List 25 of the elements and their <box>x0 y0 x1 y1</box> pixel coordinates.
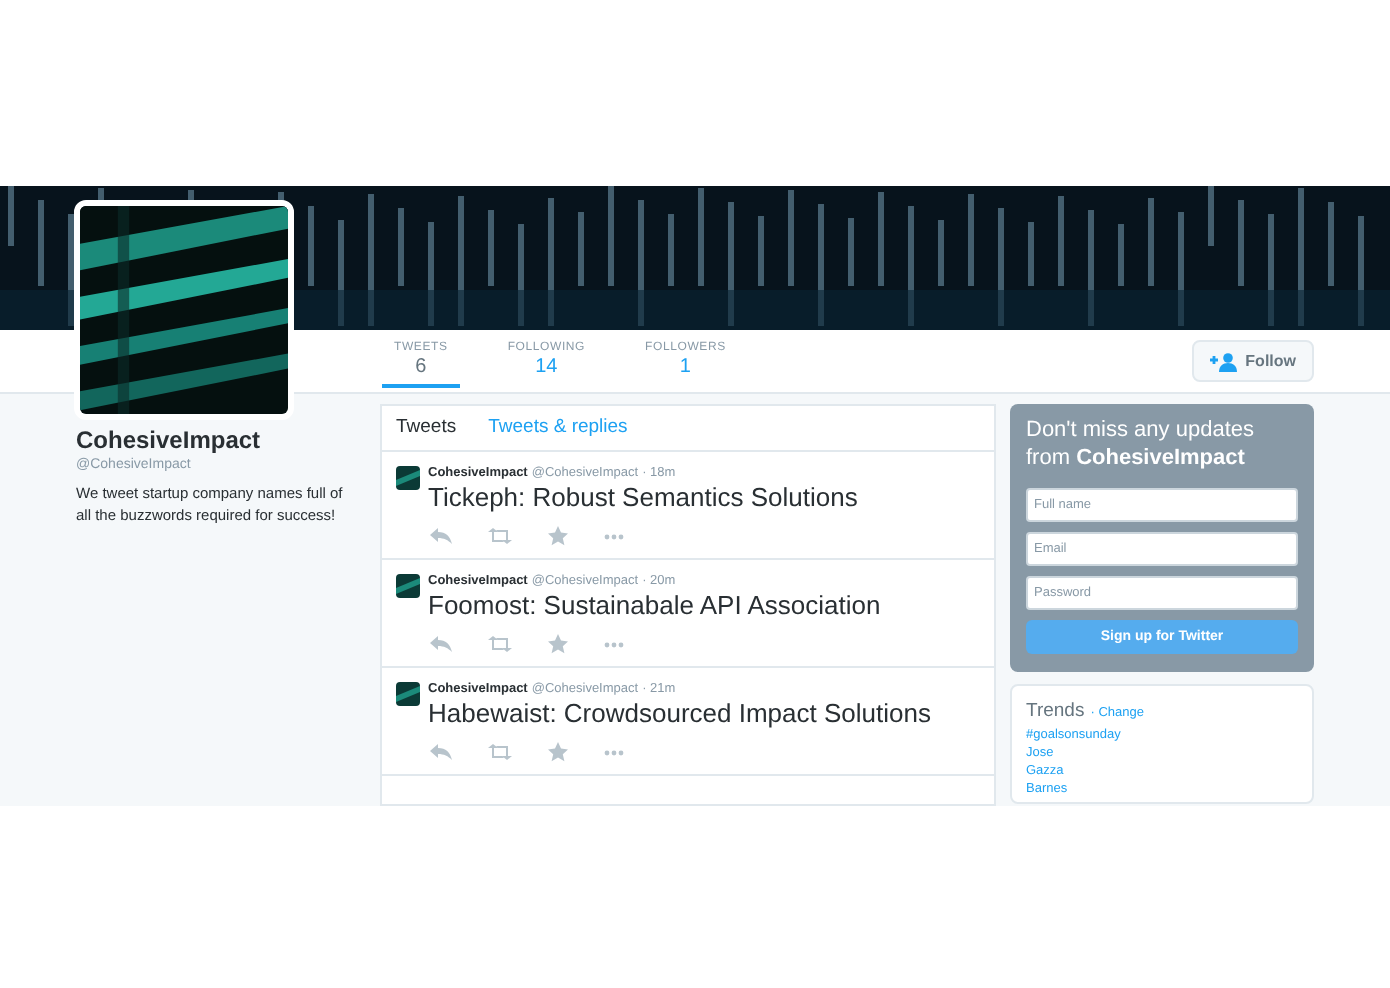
reply-icon[interactable] <box>430 636 452 652</box>
star-icon[interactable] <box>548 742 568 762</box>
add-user-icon <box>1209 351 1238 371</box>
more-icon[interactable] <box>604 641 624 647</box>
reply-icon[interactable] <box>430 528 452 544</box>
avatar-icon <box>396 682 420 706</box>
trends-title: Trends <box>1026 699 1085 721</box>
retweet-icon[interactable] <box>488 744 512 760</box>
stream-tab[interactable]: Tweets <box>396 416 457 438</box>
avatar-icon <box>396 574 420 598</box>
retweet-icon[interactable] <box>488 528 512 544</box>
avatar-icon <box>396 466 420 490</box>
star-icon[interactable] <box>548 526 568 546</box>
reply-icon[interactable] <box>430 744 452 760</box>
tweet-text: Habewaist: Crowdsourced Impact Solutions <box>428 698 931 728</box>
star-icon[interactable] <box>548 634 568 654</box>
tweet-text: Foomost: Sustainabale API Association <box>428 590 881 620</box>
more-icon[interactable] <box>604 749 624 755</box>
follow-button[interactable]: Follow <box>1191 340 1314 382</box>
more-icon[interactable] <box>604 533 624 539</box>
signup-heading: Don't miss any updates from CohesiveImpact <box>1026 418 1256 473</box>
tweet-text: Tickeph: Robust Semantics Solutions <box>428 482 858 512</box>
stream-tab[interactable]: Tweets & replies <box>488 416 628 438</box>
retweet-icon[interactable] <box>488 636 512 652</box>
profile-name: CohesiveImpact <box>76 426 263 454</box>
